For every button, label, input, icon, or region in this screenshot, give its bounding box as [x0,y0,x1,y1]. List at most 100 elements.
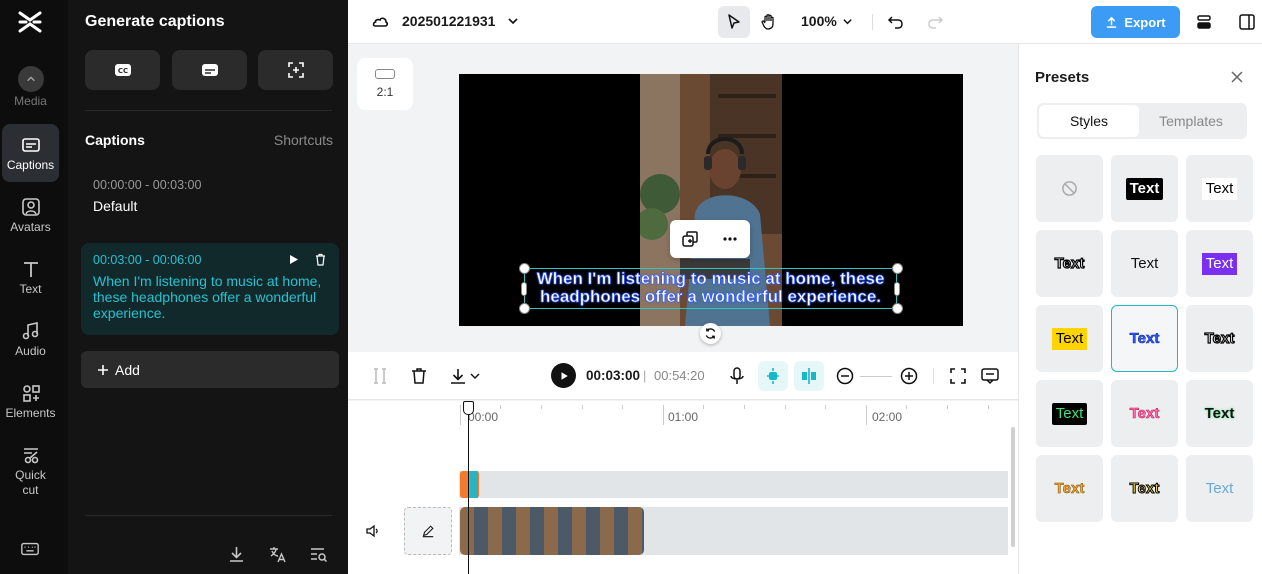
rotate-handle[interactable] [700,323,721,344]
video-clip[interactable] [460,507,644,555]
playhead[interactable] [468,401,469,574]
rail-item-captions[interactable]: Captions [2,124,59,182]
redo-button[interactable] [919,6,951,38]
style-sample: Text [1054,254,1085,272]
caption-overlay-text[interactable]: When I'm listening to music at home, the… [524,269,897,306]
rail-item-label: Captions [6,157,55,172]
style-preset[interactable]: Text [1186,305,1253,372]
hand-tool-button[interactable] [753,6,785,38]
style-preset[interactable]: Text [1186,230,1253,297]
rail-item-media[interactable]: Media [2,66,59,109]
redo-icon [928,16,944,29]
caption-clip[interactable] [470,471,478,498]
caption-text[interactable]: When I'm listening to music at home, the… [93,273,327,321]
fullscreen-icon[interactable] [948,366,968,386]
rail-item-avatars[interactable]: Avatars [2,196,59,235]
style-none[interactable] [1036,155,1103,222]
download-icon[interactable] [448,366,468,386]
style-preset[interactable]: Text [1111,455,1178,522]
caption-track[interactable] [459,471,1008,498]
find-replace-icon[interactable] [309,545,328,564]
translate-icon[interactable] [268,545,287,564]
microphone-icon[interactable] [727,366,747,386]
keyboard-icon[interactable] [20,539,40,559]
shortcuts-link[interactable]: Shortcuts [274,132,333,148]
total-duration: 00:54:20 [654,368,705,383]
style-preset[interactable]: Text [1111,380,1178,447]
divider [872,14,873,30]
zoom-dropdown[interactable]: 100% [801,13,853,29]
style-preset[interactable]: Text [1036,305,1103,372]
timeline[interactable]: 00:00 01:00 02:00 [348,401,1018,574]
play-button[interactable] [551,363,576,388]
layout-button[interactable] [1188,6,1220,38]
add-caption-button[interactable]: Add [81,351,339,388]
manual-captions-button[interactable] [172,50,247,90]
zoom-slider[interactable] [860,376,892,377]
style-preset[interactable]: Text [1186,155,1253,222]
tab-styles[interactable]: Styles [1039,105,1139,137]
timeline-scrollbar[interactable] [1011,427,1015,547]
panel-title: Generate captions [85,13,225,30]
resize-handle[interactable] [894,282,900,296]
svg-text:CC: CC [117,67,127,75]
auto-snap-toggle[interactable] [758,361,788,391]
ruler-label: 01:00 [668,410,699,424]
speaker-icon[interactable] [365,523,381,539]
rail-item-text[interactable]: Text [2,258,59,297]
ruler-label: 02:00 [872,410,903,424]
style-sample: Text [1205,479,1234,497]
style-preset-selected[interactable]: Text [1111,305,1178,372]
project-menu[interactable]: 202501221931 [370,11,519,31]
scan-captions-button[interactable] [258,50,333,90]
cover-edit-button[interactable] [404,507,452,555]
caption-item[interactable]: 00:00:00 - 00:03:00 Default [81,168,339,224]
rail-item-quick-cut[interactable]: Quick cut [2,444,59,498]
feedback-icon[interactable] [980,366,1000,386]
ruler-tick [622,405,623,409]
select-tool-button[interactable] [718,6,750,38]
undo-button[interactable] [880,6,912,38]
style-preset[interactable]: Text [1111,155,1178,222]
playhead-handle[interactable] [463,401,474,415]
ruler-tick [906,405,907,409]
style-preset[interactable]: Text [1036,380,1103,447]
trash-icon[interactable] [409,366,429,386]
zoom-out-icon[interactable] [835,366,855,386]
style-preset[interactable]: Text [1111,230,1178,297]
toggle-panel-button[interactable] [1231,6,1262,38]
resize-handle[interactable] [892,303,903,314]
resize-handle[interactable] [892,263,903,274]
pencil-icon [422,525,434,538]
split-icon[interactable] [370,366,390,386]
style-preset[interactable]: Text [1186,455,1253,522]
rail-item-label: Avatars [10,220,51,234]
export-button[interactable]: Export [1091,6,1180,38]
chevron-down-icon[interactable] [468,366,482,386]
trash-icon[interactable] [314,253,327,266]
caption-item-active[interactable]: 00:03:00 - 00:06:00 When I'm listening t… [81,243,339,335]
rail-item-audio[interactable]: Audio [2,320,59,359]
link-toggle[interactable] [794,361,824,391]
download-icon[interactable] [227,545,246,564]
plus-icon [98,364,108,375]
duplicate-icon[interactable] [681,230,699,248]
style-preset[interactable]: Text [1186,380,1253,447]
auto-captions-button[interactable]: CC [85,50,160,90]
tab-templates[interactable]: Templates [1141,105,1241,137]
resize-handle[interactable] [519,303,530,314]
close-icon[interactable] [1230,70,1244,84]
captions-icon [21,137,40,152]
resize-handle[interactable] [521,282,527,296]
resize-handle[interactable] [519,263,530,274]
more-icon[interactable] [721,230,739,248]
zoom-in-icon[interactable] [899,366,919,386]
rail-item-elements[interactable]: Elements [2,382,59,421]
ruler-tick [460,405,461,425]
style-preset[interactable]: Text [1036,230,1103,297]
play-icon[interactable] [287,253,300,266]
ruler-tick [947,405,948,409]
aspect-ratio-button[interactable]: 2:1 [357,58,413,110]
capcut-logo-icon [18,11,42,33]
style-preset[interactable]: Text [1036,455,1103,522]
